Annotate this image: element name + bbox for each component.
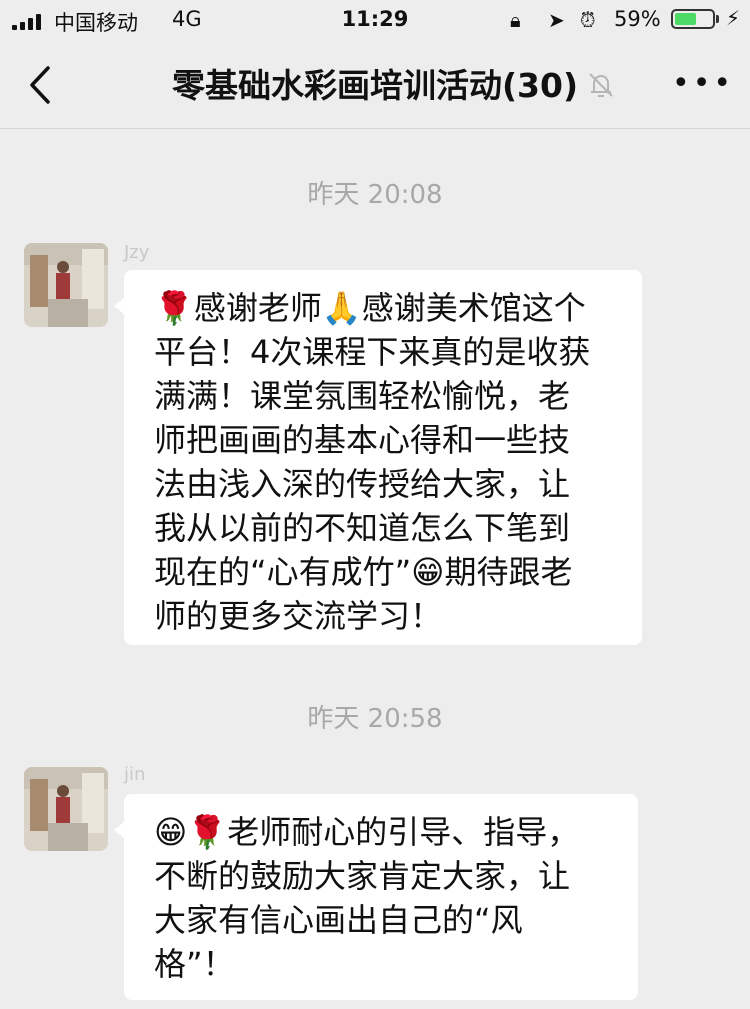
message-line: 满满！课堂氛围轻松愉悦，老 (154, 377, 571, 415)
message-line: 我从以前的不知道怎么下笔到 (154, 509, 571, 547)
message-line: 法由浅入深的传授给大家，让 (154, 465, 571, 503)
message-line: 现在的“心有成竹”😁期待跟老 (154, 553, 573, 591)
rotation-lock-icon: 🔒︎ (510, 8, 521, 32)
message-bubble[interactable]: 🌹感谢老师🙏感谢美术馆这个 平台！4次课程下来真的是收获 满满！课堂氛围轻松愉悦… (114, 270, 642, 645)
message-line: 师的更多交流学习！ (154, 597, 443, 635)
charging-icon: ⚡︎ (726, 6, 741, 30)
message-line: 大家有信心画出自己的“风 (154, 901, 523, 939)
avatar[interactable] (24, 243, 108, 327)
message-line: 平台！4次课程下来真的是收获 (154, 333, 591, 371)
message-line: 格”！ (154, 945, 235, 983)
message-timestamp: 昨天 20:08 (307, 180, 443, 210)
status-bar: 中国移动 4G 11:29 🔒︎ ➤ ⏰︎ 59% ⚡︎ (0, 0, 750, 42)
location-arrow-icon: ➤ (548, 8, 565, 32)
battery-icon (671, 9, 715, 29)
message-timestamp: 昨天 20:58 (307, 704, 443, 734)
chat-title: 零基础水彩画培训活动(30) (171, 66, 579, 105)
chat-header: 零基础水彩画培训活动(30) ••• (0, 42, 750, 129)
battery-level-fill (675, 13, 697, 25)
battery-percent: 59% (614, 7, 661, 31)
sender-name: jin (124, 764, 146, 785)
bell-slash-icon (584, 68, 618, 102)
battery-cap (716, 15, 719, 23)
message-line: 师把画画的基本心得和一些技 (154, 421, 571, 459)
avatar[interactable] (24, 767, 108, 851)
message-line: 不断的鼓励大家肯定大家，让 (154, 857, 571, 895)
more-button[interactable]: ••• (672, 66, 731, 102)
message-line: 🌹感谢老师🙏感谢美术馆这个 (154, 289, 586, 327)
bubble-tail (114, 821, 125, 839)
sender-name: Jzy (124, 242, 150, 263)
bubble-tail (114, 297, 125, 315)
message-bubble[interactable]: 😁🌹老师耐心的引导、指导， 不断的鼓励大家肯定大家，让 大家有信心画出自己的“风… (114, 794, 638, 1000)
alarm-icon: ⏰︎ (580, 8, 596, 32)
message-line: 😁🌹老师耐心的引导、指导， (154, 813, 580, 851)
